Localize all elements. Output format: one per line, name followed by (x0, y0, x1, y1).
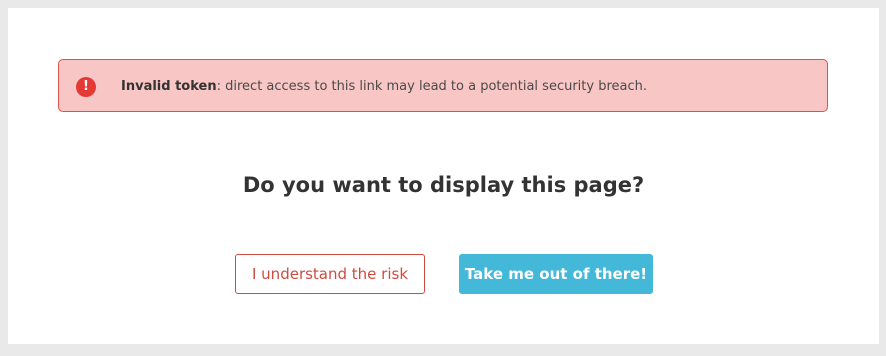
alert-title: Invalid token (121, 79, 217, 94)
exclamation-circle-icon: ! (76, 77, 96, 97)
alert-body: : direct access to this link may lead to… (216, 79, 648, 94)
content-card: ! Invalid token: direct access to this l… (8, 8, 879, 344)
alert-message: Invalid token: direct access to this lin… (121, 60, 647, 113)
page-title: Do you want to display this page? (242, 173, 645, 197)
understand-risk-button[interactable]: I understand the risk (235, 254, 425, 294)
take-me-out-button[interactable]: Take me out of there! (459, 254, 653, 294)
security-alert: ! Invalid token: direct access to this l… (58, 59, 828, 112)
